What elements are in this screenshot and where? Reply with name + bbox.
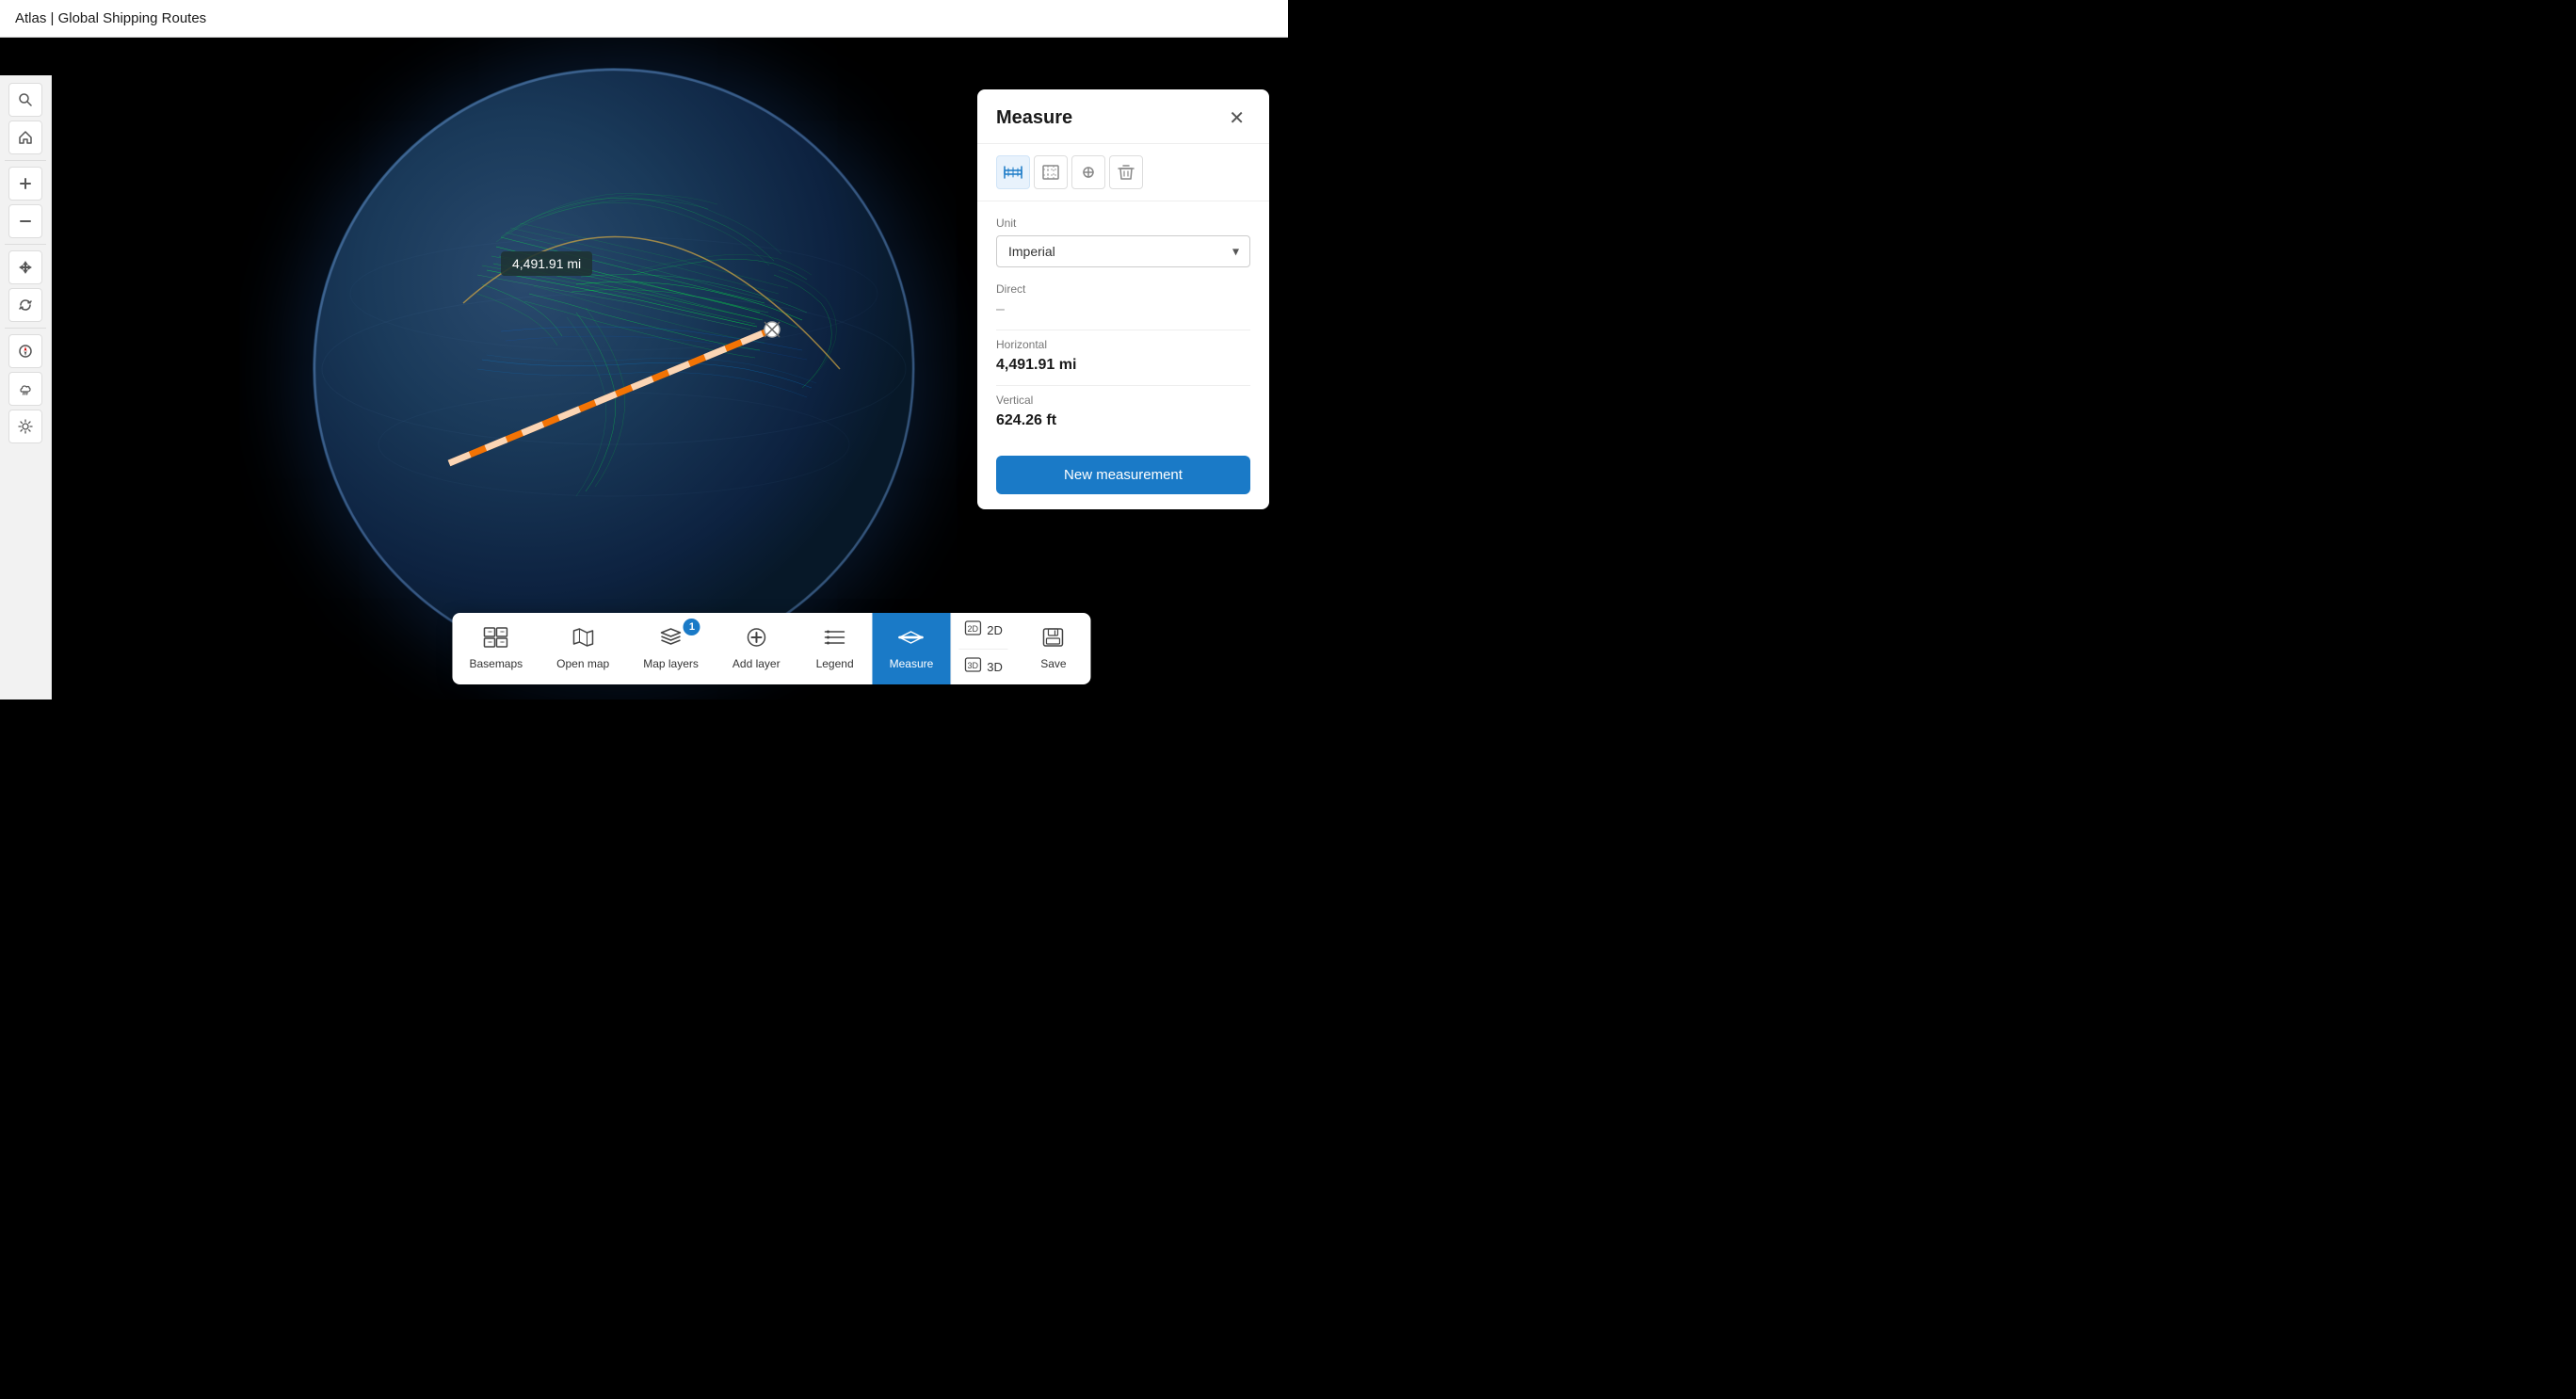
rotate-btn[interactable]	[8, 288, 42, 322]
area-tool-btn[interactable]	[1034, 155, 1068, 189]
open-map-label: Open map	[556, 657, 609, 670]
2d-label: 2D	[987, 623, 1003, 637]
measure-tooltip: 4,491.91 mi	[501, 251, 592, 276]
save-icon	[1042, 627, 1065, 653]
toolbar-separator-1	[5, 160, 45, 161]
svg-text:3D: 3D	[967, 661, 978, 670]
open-map-icon	[572, 627, 594, 653]
add-layer-btn[interactable]: Add layer	[716, 613, 797, 684]
2d-btn[interactable]: 2D 2D	[951, 613, 1016, 649]
save-label: Save	[1040, 657, 1066, 670]
legend-label: Legend	[816, 657, 854, 670]
measure-label: Measure	[890, 657, 934, 670]
legend-icon	[824, 627, 846, 653]
add-layer-label: Add layer	[733, 657, 781, 670]
2d-icon: 2D	[964, 620, 981, 640]
map-layers-label: Map layers	[643, 657, 699, 670]
search-btn[interactable]	[8, 83, 42, 117]
panel-toolbar	[977, 144, 1269, 201]
3d-icon: 3D	[964, 657, 981, 677]
legend-btn[interactable]: Legend	[797, 613, 873, 684]
unit-select-wrapper[interactable]: Imperial Metric	[996, 235, 1250, 267]
measure-panel: Measure ✕	[977, 89, 1269, 509]
unit-select[interactable]: Imperial Metric	[996, 235, 1250, 267]
measure-tooltip-value: 4,491.91 mi	[512, 256, 581, 271]
globe-svg	[313, 68, 915, 670]
daylight-btn[interactable]	[8, 410, 42, 443]
delete-tool-btn[interactable]	[1109, 155, 1143, 189]
new-measurement-btn[interactable]: New measurement	[996, 456, 1250, 494]
add-layer-icon	[745, 627, 767, 653]
vertical-section: Vertical 624.26 ft	[996, 394, 1250, 429]
bottom-toolbar: Basemaps Open map 1 Map layers Add layer	[452, 613, 1090, 684]
measure-btn[interactable]: Measure	[873, 613, 951, 684]
view-toggle: 2D 2D 3D 3D	[950, 613, 1016, 684]
map-layers-icon	[660, 627, 683, 653]
toolbar-separator-3	[5, 328, 45, 329]
left-toolbar	[0, 75, 52, 700]
horizontal-value: 4,491.91 mi	[996, 357, 1250, 374]
globe-container: 4,491.91 mi	[313, 68, 915, 670]
measure-icon	[898, 627, 925, 653]
horizontal-label: Horizontal	[996, 338, 1250, 351]
svg-text:2D: 2D	[967, 624, 978, 634]
app-title: Atlas | Global Shipping Routes	[15, 10, 206, 26]
save-btn[interactable]: Save	[1016, 613, 1091, 684]
direct-label: Direct	[996, 282, 1250, 296]
home-btn[interactable]	[8, 121, 42, 154]
toolbar-separator-2	[5, 244, 45, 245]
panel-title: Measure	[996, 107, 1072, 129]
vertical-value: 624.26 ft	[996, 412, 1250, 429]
weather-btn[interactable]	[8, 372, 42, 406]
add-point-tool-btn[interactable]	[1071, 155, 1105, 189]
unit-label: Unit	[996, 217, 1250, 230]
open-map-btn[interactable]: Open map	[539, 613, 626, 684]
compass-btn[interactable]	[8, 334, 42, 368]
direct-section: Direct –	[996, 282, 1250, 318]
globe[interactable]: 4,491.91 mi	[313, 68, 915, 670]
pan-btn[interactable]	[8, 250, 42, 284]
horizontal-section: Horizontal 4,491.91 mi	[996, 338, 1250, 374]
title-bar: Atlas | Global Shipping Routes	[0, 0, 1288, 38]
map-layers-badge: 1	[684, 619, 700, 635]
panel-body: Unit Imperial Metric Direct – Horizontal…	[977, 201, 1269, 509]
basemaps-btn[interactable]: Basemaps	[452, 613, 539, 684]
divider-2	[996, 385, 1250, 386]
basemaps-icon	[484, 627, 508, 653]
zoom-out-btn[interactable]	[8, 204, 42, 238]
distance-tool-btn[interactable]	[996, 155, 1030, 189]
direct-value: –	[996, 301, 1250, 318]
3d-btn[interactable]: 3D 3D	[951, 650, 1016, 685]
close-panel-btn[interactable]: ✕	[1223, 105, 1250, 132]
panel-header: Measure ✕	[977, 89, 1269, 144]
3d-label: 3D	[987, 660, 1003, 674]
vertical-label: Vertical	[996, 394, 1250, 407]
map-layers-btn[interactable]: 1 Map layers	[626, 613, 716, 684]
zoom-in-btn[interactable]	[8, 167, 42, 201]
close-icon: ✕	[1229, 108, 1245, 129]
map-area: 4,491.91 mi	[0, 38, 1288, 700]
basemaps-label: Basemaps	[469, 657, 523, 670]
